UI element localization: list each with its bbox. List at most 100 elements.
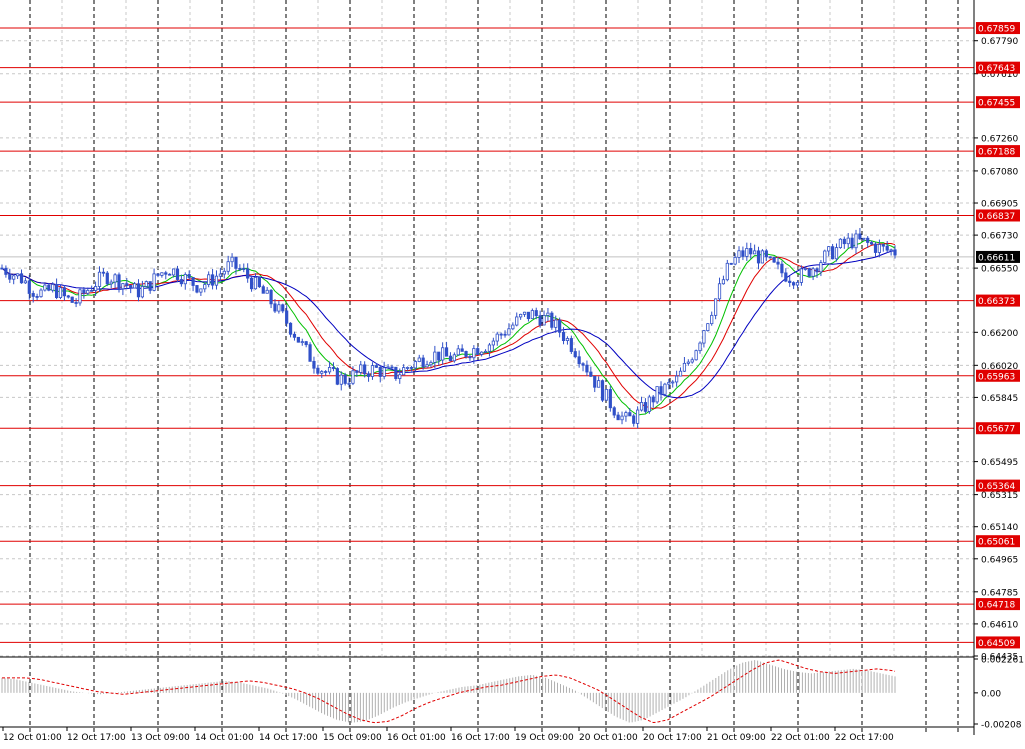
x-tick-label: 21 Oct 09:00 — [707, 733, 766, 743]
price-level-label: 0.64718 — [978, 601, 1015, 611]
candle-body — [19, 273, 24, 284]
candle-body — [398, 374, 402, 379]
candle-body — [12, 275, 16, 280]
candle-body — [842, 238, 846, 245]
candle-body — [183, 274, 187, 285]
candle-body — [437, 351, 441, 361]
y-tick-label: 0.66200 — [981, 329, 1018, 339]
candle-body — [710, 314, 714, 325]
candle-body — [456, 348, 460, 356]
candle-body — [386, 366, 390, 369]
candle-body — [242, 268, 246, 270]
candle-body — [788, 280, 792, 283]
candle-body — [678, 370, 683, 377]
candle-body — [636, 409, 640, 424]
candle-body — [831, 246, 835, 260]
candle-body — [534, 310, 538, 317]
candle-body — [776, 261, 780, 265]
candle-body — [265, 289, 269, 294]
candle-body — [234, 256, 238, 269]
candle-body — [675, 375, 679, 383]
candle-body — [93, 286, 98, 291]
candle-body — [616, 414, 620, 421]
candle-body — [144, 281, 148, 287]
candle-body — [577, 356, 581, 365]
candle-body — [749, 248, 753, 255]
candle-body — [530, 310, 534, 320]
candle-body — [31, 293, 35, 297]
candle-body — [292, 333, 297, 338]
candle-body — [526, 311, 531, 320]
candle-body — [522, 311, 527, 315]
candle-body — [717, 283, 722, 300]
candle-body — [448, 355, 453, 362]
candle-body — [472, 348, 476, 359]
x-tick-label: 12 Oct 01:00 — [3, 733, 62, 743]
candle-body — [257, 276, 261, 288]
candle-body — [203, 284, 207, 290]
candle-body — [499, 333, 503, 336]
candle-body — [129, 285, 133, 289]
candle-body — [468, 356, 472, 359]
candle-body — [760, 250, 765, 264]
candle-body — [647, 396, 651, 412]
y-tick-label: 0.67790 — [981, 37, 1018, 47]
price-level-label: 0.67859 — [978, 25, 1015, 35]
oscillator-y-tick-label: 0.00 — [981, 689, 1001, 699]
candle-body — [706, 323, 710, 331]
candle-body — [686, 361, 690, 364]
candle-body — [667, 381, 671, 385]
candle-body — [15, 273, 20, 277]
candle-body — [651, 396, 655, 403]
candle-body — [43, 284, 47, 291]
candle-body — [101, 271, 105, 274]
price-level-label: 0.66373 — [978, 297, 1015, 307]
candle-body — [858, 233, 862, 240]
candle-body — [230, 256, 234, 263]
candle-body — [827, 246, 831, 252]
price-chart[interactable]: 0.677900.676100.672600.670800.669050.667… — [0, 0, 1025, 749]
candle-body — [347, 382, 351, 385]
candle-body — [694, 350, 698, 361]
candle-body — [214, 275, 219, 286]
candle-body — [8, 274, 12, 280]
candle-body — [320, 371, 324, 374]
candle-body — [23, 280, 27, 284]
candle-body — [207, 274, 211, 285]
candle-body — [550, 312, 554, 328]
oscillator-y-tick-label: -0.00208 — [981, 721, 1022, 731]
candle-body — [74, 302, 78, 304]
candle-body — [261, 286, 265, 294]
candle-body — [542, 315, 546, 326]
candle-body — [546, 312, 550, 316]
price-level-label: 0.66837 — [978, 212, 1015, 222]
candle-body — [725, 262, 729, 281]
candle-body — [784, 272, 788, 282]
candle-body — [597, 380, 601, 388]
candle-body — [870, 242, 874, 245]
candle-body — [737, 250, 741, 258]
x-tick-label: 22 Oct 01:00 — [771, 733, 830, 743]
candle-body — [628, 412, 632, 417]
x-tick-label: 20 Oct 17:00 — [643, 733, 702, 743]
candle-body — [483, 350, 488, 353]
candle-body — [105, 272, 109, 285]
y-tick-label: 0.65140 — [981, 523, 1018, 533]
candle-body — [113, 274, 117, 283]
candle-body — [721, 279, 726, 285]
candle-body — [881, 244, 885, 247]
x-tick-label: 16 Oct 01:00 — [387, 733, 446, 743]
candle-body — [413, 361, 417, 369]
candle-body — [698, 342, 702, 352]
candle-body — [175, 268, 180, 280]
candle-body — [339, 374, 343, 385]
candle-body — [179, 279, 183, 285]
candle-body — [156, 273, 160, 276]
candle-body — [417, 357, 421, 362]
y-tick-label: 0.66730 — [981, 232, 1018, 242]
candle-body — [889, 249, 893, 252]
candle-body — [269, 289, 273, 305]
candle-body — [452, 354, 456, 362]
y-tick-label: 0.67080 — [981, 167, 1018, 177]
y-tick-label: 0.64785 — [981, 588, 1018, 598]
